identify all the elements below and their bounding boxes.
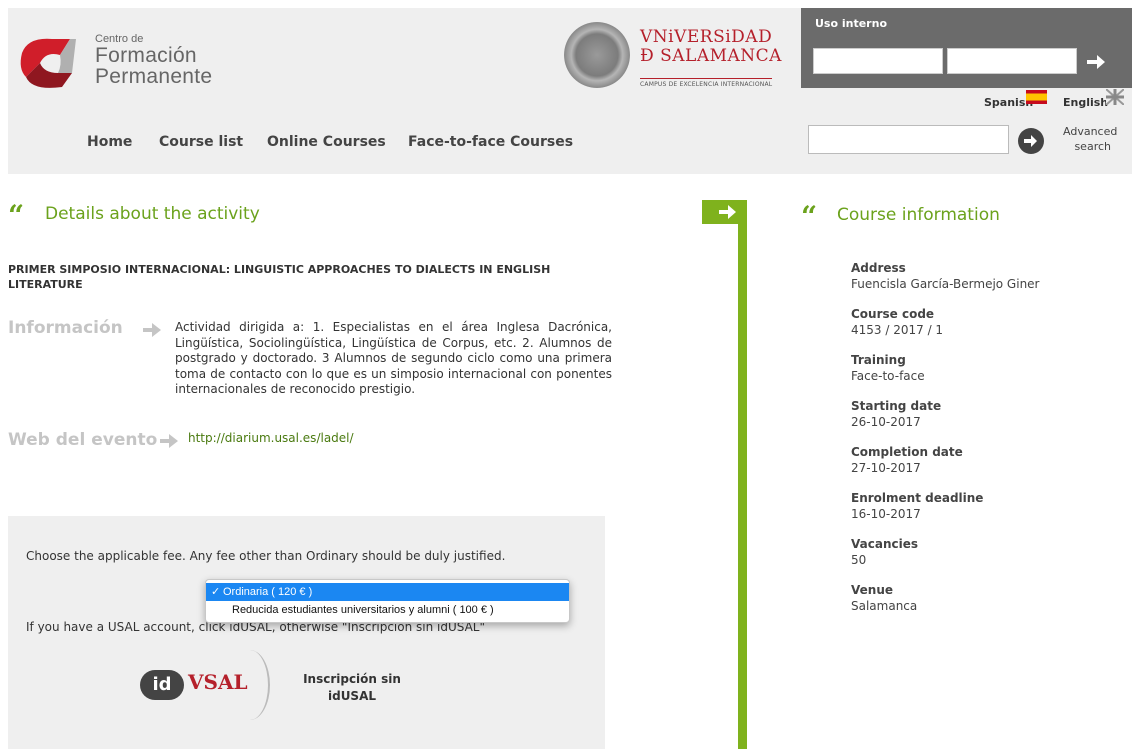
course-info-item: Training Face-to-face: [851, 352, 1121, 384]
fee-option-label: Reducida estudiantes universitarios y al…: [232, 604, 494, 616]
nav-home[interactable]: Home: [87, 134, 132, 150]
activity-name: PRIMER SIMPOSIO INTERNACIONAL: LINGUISTI…: [8, 263, 551, 291]
nav-course-list[interactable]: Course list: [159, 134, 243, 150]
course-info-value: 4153 / 2017 / 1: [851, 323, 944, 337]
course-info-item: Venue Salamanca: [851, 582, 1121, 614]
lang-english[interactable]: English: [1063, 96, 1108, 109]
idusal-button[interactable]: id VSAL: [140, 650, 270, 720]
idusal-badge: id: [140, 670, 184, 700]
course-info-label: Vacancies: [851, 537, 918, 551]
nav-face-to-face[interactable]: Face-to-face Courses: [408, 134, 573, 150]
course-info-item: Course code 4153 / 2017 / 1: [851, 306, 1121, 338]
arrow-right-icon[interactable]: [1085, 52, 1107, 72]
course-info-label: Course code: [851, 307, 935, 321]
quote-icon: “: [8, 199, 25, 232]
uso-interno-title: Uso interno: [815, 17, 887, 30]
usal-subtitle: CAMPUS DE EXCELENCIA INTERNACIONAL: [640, 78, 773, 88]
idusal-swoosh-icon: [230, 650, 270, 720]
uso-username-input[interactable]: [813, 48, 943, 74]
arrow-right-icon: [719, 205, 736, 219]
usal-name-line2: Ð SALAMANCA: [640, 46, 782, 66]
course-info-value: 26-10-2017: [851, 415, 921, 429]
arrow-right-icon: [160, 434, 178, 448]
usal-logo[interactable]: VNiVERSiDAD Ð SALAMANCA CAMPUS DE EXCELE…: [564, 22, 790, 92]
course-info-item: Vacancies 50: [851, 536, 1121, 568]
course-info-item: Starting date 26-10-2017: [851, 398, 1121, 430]
arrow-right-icon: [143, 323, 161, 337]
fee-option-label: Ordinaria ( 120 € ): [223, 586, 313, 598]
usal-seal-icon: [564, 22, 630, 88]
course-info-value: Fuencisla García-Bermejo Giner: [851, 277, 1040, 291]
fee-instruction: Choose the applicable fee. Any fee other…: [26, 549, 506, 563]
course-info-item: Address Fuencisla García-Bermejo Giner: [851, 260, 1121, 292]
details-title: Details about the activity: [45, 204, 260, 224]
course-info-label: Venue: [851, 583, 893, 597]
course-info-value: 50: [851, 553, 867, 567]
info-label: Información: [8, 318, 123, 338]
nav-online-courses[interactable]: Online Courses: [267, 134, 386, 150]
course-info-value: Salamanca: [851, 599, 918, 613]
fee-select-dropdown[interactable]: ✓ Ordinaria ( 120 € ) Reducida estudiant…: [205, 579, 570, 623]
course-info-label: Address: [851, 261, 906, 275]
fee-option-reducida[interactable]: Reducida estudiantes universitarios y al…: [206, 601, 569, 619]
uso-password-input[interactable]: [947, 48, 1077, 74]
course-info-label: Training: [851, 353, 906, 367]
event-web-link[interactable]: http://diarium.usal.es/ladel/: [188, 431, 354, 445]
course-info-title: Course information: [837, 205, 1000, 225]
usal-name-line1: VNiVERSiDAD: [640, 27, 773, 47]
course-info-label: Completion date: [851, 445, 963, 459]
usal-name: VNiVERSiDAD Ð SALAMANCA: [640, 28, 782, 66]
flag-uk-icon[interactable]: [1106, 89, 1124, 105]
uso-interno-panel: Uso interno: [801, 8, 1132, 88]
fee-panel: Choose the applicable fee. Any fee other…: [8, 516, 605, 749]
course-info-label: Starting date: [851, 399, 942, 413]
info-text: Actividad dirigida a: 1. Especialistas e…: [175, 320, 612, 396]
checkmark-icon: ✓: [211, 586, 221, 598]
quote-icon: “: [801, 200, 818, 233]
course-info-value: 27-10-2017: [851, 461, 921, 475]
circle-arrow-right-icon[interactable]: [1016, 126, 1046, 156]
course-info-item: Completion date 27-10-2017: [851, 444, 1121, 476]
search-input[interactable]: [808, 125, 1009, 154]
fee-option-ordinaria[interactable]: ✓ Ordinaria ( 120 € ): [206, 583, 569, 601]
green-divider: [738, 222, 747, 749]
logo-line2: Formación: [95, 44, 197, 67]
inscripcion-sin-idusal-button[interactable]: Inscripción sin idUSAL: [302, 671, 402, 705]
course-info-value: Face-to-face: [851, 369, 925, 383]
web-label: Web del evento: [8, 430, 158, 450]
advanced-search-link[interactable]: Advanced search: [1063, 124, 1117, 154]
course-info-list: Address Fuencisla García-Bermejo Giner Co…: [851, 260, 1121, 628]
logo-line3: Permanente: [95, 65, 213, 88]
course-info-label: Enrolment deadline: [851, 491, 984, 505]
course-info-value: 16-10-2017: [851, 507, 921, 521]
flag-spain-icon[interactable]: [1026, 90, 1047, 104]
course-info-item: Enrolment deadline 16-10-2017: [851, 490, 1121, 522]
cfp-logo-icon[interactable]: [18, 33, 76, 93]
cfp-logo-text[interactable]: Centro de Formación Permanente: [95, 33, 212, 87]
sidebar-toggle-tab[interactable]: [702, 200, 747, 224]
